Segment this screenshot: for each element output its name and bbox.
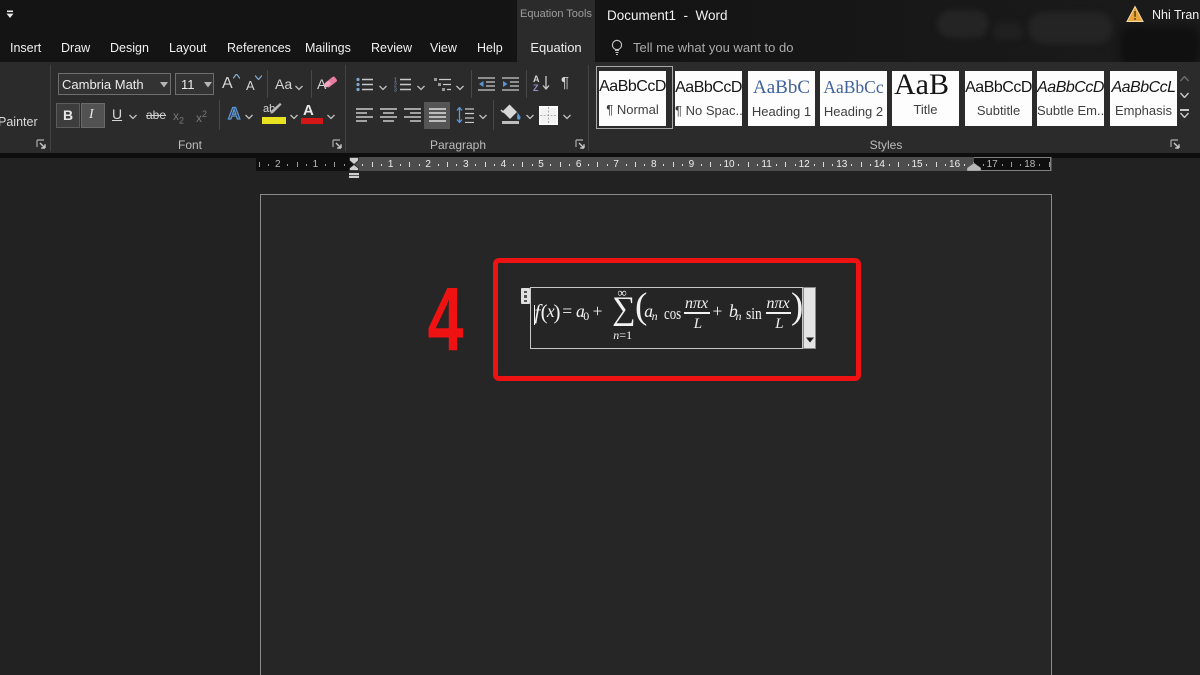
svg-text:3: 3	[394, 88, 397, 93]
